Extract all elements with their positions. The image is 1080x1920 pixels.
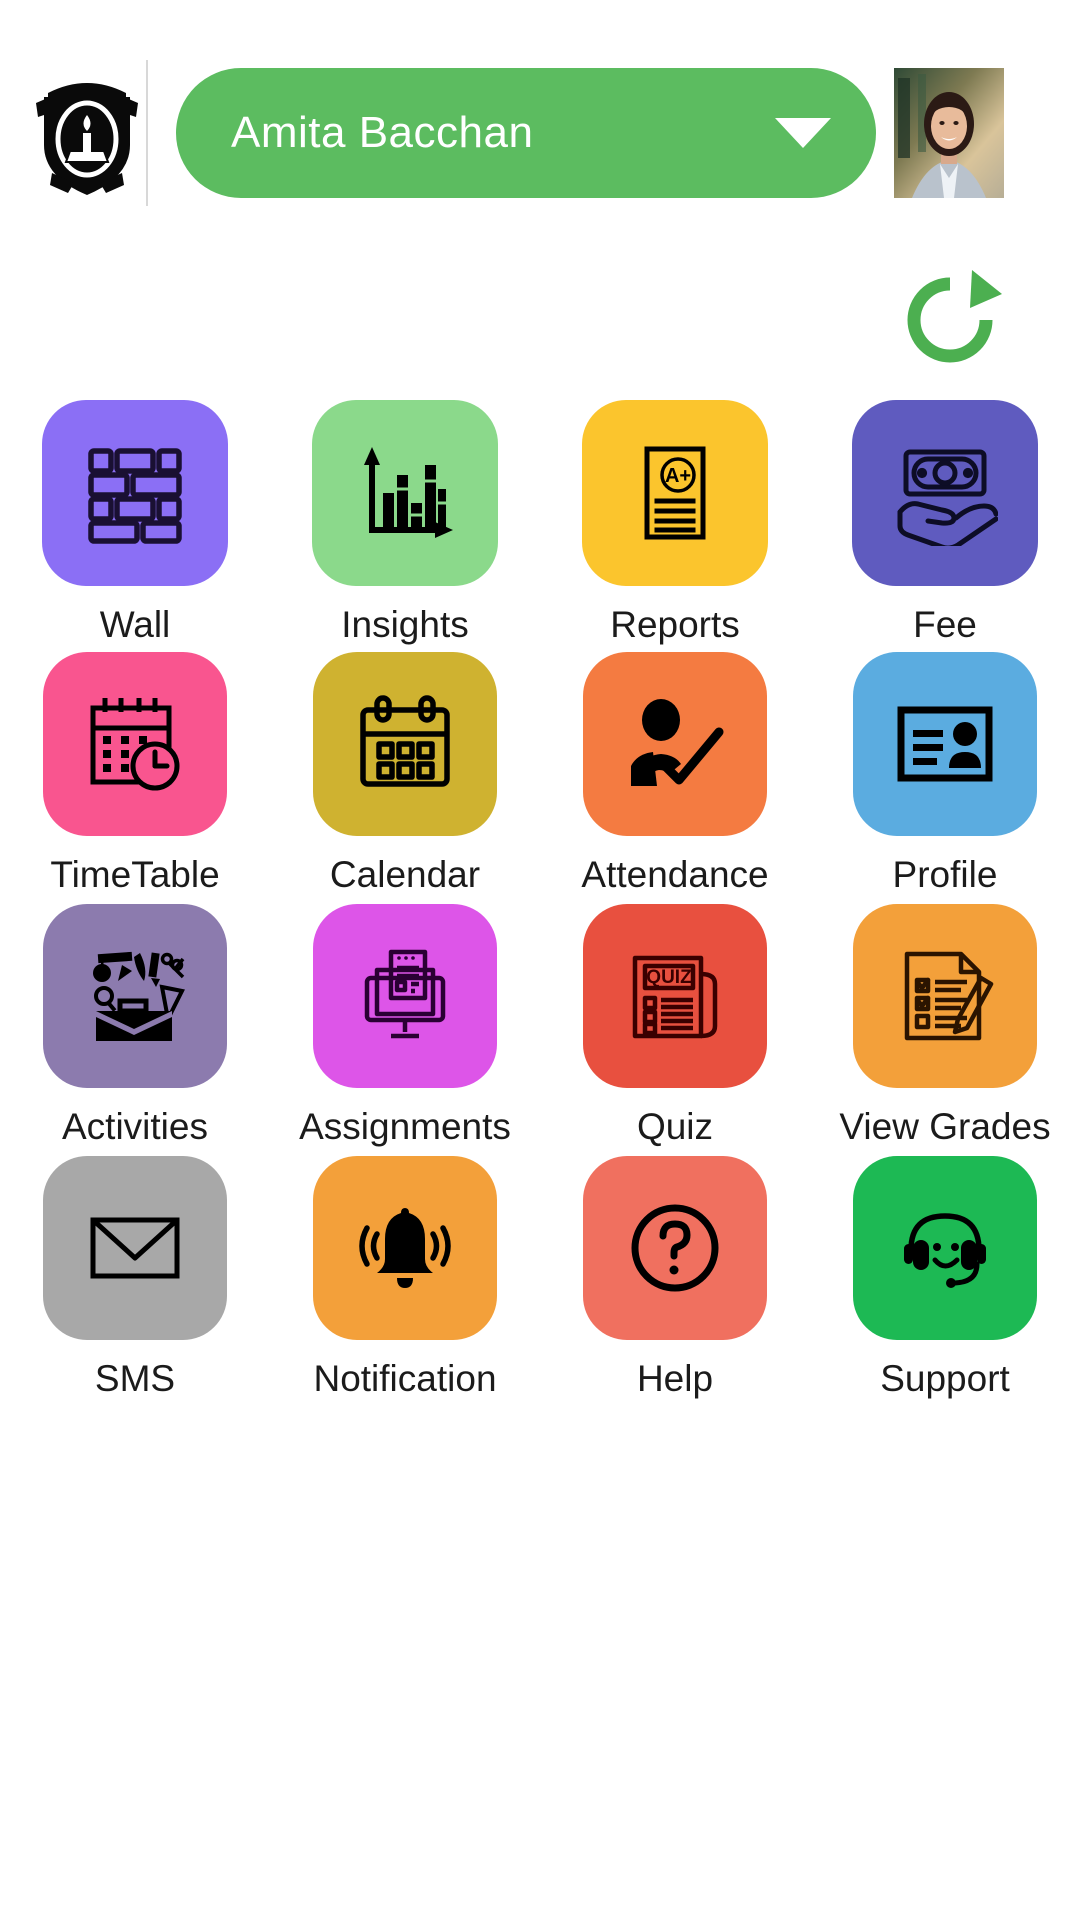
chevron-down-icon[interactable]	[775, 118, 831, 148]
grid-item-label: Attendance	[581, 854, 769, 895]
reports-tile[interactable]: A+	[582, 400, 768, 586]
sms-tile[interactable]	[43, 1156, 227, 1340]
grid-item-fee[interactable]: Fee	[810, 400, 1080, 652]
grid-item-label: Assignments	[299, 1106, 511, 1147]
monitor-document-icon	[353, 944, 457, 1048]
quiz-tile[interactable]: QUIZ	[583, 904, 767, 1088]
assignments-tile[interactable]	[313, 904, 497, 1088]
svg-text:A+: A+	[665, 465, 691, 487]
brick-wall-icon	[83, 441, 187, 545]
grid-item-support[interactable]: Support	[810, 1156, 1080, 1408]
refresh-button[interactable]	[898, 268, 1002, 372]
grid-item-reports[interactable]: A+ Reports	[540, 400, 810, 652]
briefcase-supplies-icon	[82, 943, 188, 1049]
grid-item-label: TimeTable	[50, 854, 220, 895]
bell-ringing-icon	[353, 1196, 457, 1300]
fee-tile[interactable]	[852, 400, 1038, 586]
grid-item-label: View Grades	[839, 1106, 1051, 1147]
user-name-label: Amita Bacchan	[231, 108, 534, 157]
app-header: Amita Bacchan	[0, 58, 1080, 208]
view-grades-tile[interactable]	[853, 904, 1037, 1088]
activities-tile[interactable]	[43, 904, 227, 1088]
grid-item-label: Quiz	[636, 1106, 714, 1147]
notification-tile[interactable]	[313, 1156, 497, 1340]
wall-tile[interactable]	[42, 400, 228, 586]
support-tile[interactable]	[853, 1156, 1037, 1340]
grid-item-view-grades[interactable]: View Grades	[810, 904, 1080, 1156]
apps-grid: Wall Insights A+ Reports Fee TimeTable C…	[0, 400, 1080, 1408]
grid-item-attendance[interactable]: Attendance	[540, 652, 810, 904]
checklist-pencil-icon	[893, 944, 997, 1048]
school-crest-logo-icon	[34, 67, 140, 199]
person-check-icon	[623, 692, 727, 796]
timetable-tile[interactable]	[43, 652, 227, 836]
refresh-icon[interactable]	[898, 268, 1002, 372]
grid-item-profile[interactable]: Profile	[810, 652, 1080, 904]
help-tile[interactable]	[583, 1156, 767, 1340]
grid-item-wall[interactable]: Wall	[0, 400, 270, 652]
grid-item-label: Reports	[610, 604, 740, 645]
user-selector-dropdown[interactable]: Amita Bacchan	[176, 68, 876, 198]
grid-item-label: Insights	[341, 604, 469, 645]
quiz-paper-icon: QUIZ	[623, 944, 727, 1048]
grid-item-label: Support	[880, 1358, 1010, 1399]
money-in-hand-icon	[892, 440, 998, 546]
calendar-icon	[353, 692, 457, 796]
grid-item-label: Help	[636, 1358, 714, 1399]
calendar-tile[interactable]	[313, 652, 497, 836]
grid-item-assignments[interactable]: Assignments	[270, 904, 540, 1156]
id-card-icon	[893, 692, 997, 796]
bar-chart-icon	[353, 441, 457, 545]
calendar-clock-icon	[83, 692, 187, 796]
svg-text:QUIZ: QUIZ	[646, 967, 692, 988]
grid-item-notification[interactable]: Notification	[270, 1156, 540, 1408]
grid-item-label: Profile	[892, 854, 998, 895]
grid-item-quiz[interactable]: QUIZ Quiz	[540, 904, 810, 1156]
question-circle-icon	[623, 1196, 727, 1300]
grid-item-insights[interactable]: Insights	[270, 400, 540, 652]
grid-item-label: Wall	[99, 604, 171, 645]
grid-item-label: Fee	[913, 604, 977, 645]
grid-item-label: Calendar	[329, 854, 481, 895]
profile-tile[interactable]	[853, 652, 1037, 836]
insights-tile[interactable]	[312, 400, 498, 586]
grid-item-label: Notification	[313, 1358, 497, 1399]
grid-item-help[interactable]: Help	[540, 1156, 810, 1408]
grid-item-timetable[interactable]: TimeTable	[0, 652, 270, 904]
attendance-tile[interactable]	[583, 652, 767, 836]
grid-item-activities[interactable]: Activities	[0, 904, 270, 1156]
grid-item-label: SMS	[94, 1358, 176, 1399]
report-card-icon: A+	[623, 441, 727, 545]
app-screen: Amita Bacchan Wall Insights A+ Reports F…	[0, 0, 1080, 1920]
grid-item-calendar[interactable]: Calendar	[270, 652, 540, 904]
grid-item-label: Activities	[62, 1106, 208, 1147]
envelope-icon	[83, 1196, 187, 1300]
school-logo	[28, 60, 148, 206]
avatar[interactable]	[894, 68, 1004, 198]
grid-item-sms[interactable]: SMS	[0, 1156, 270, 1408]
headset-smiley-icon	[893, 1196, 997, 1300]
